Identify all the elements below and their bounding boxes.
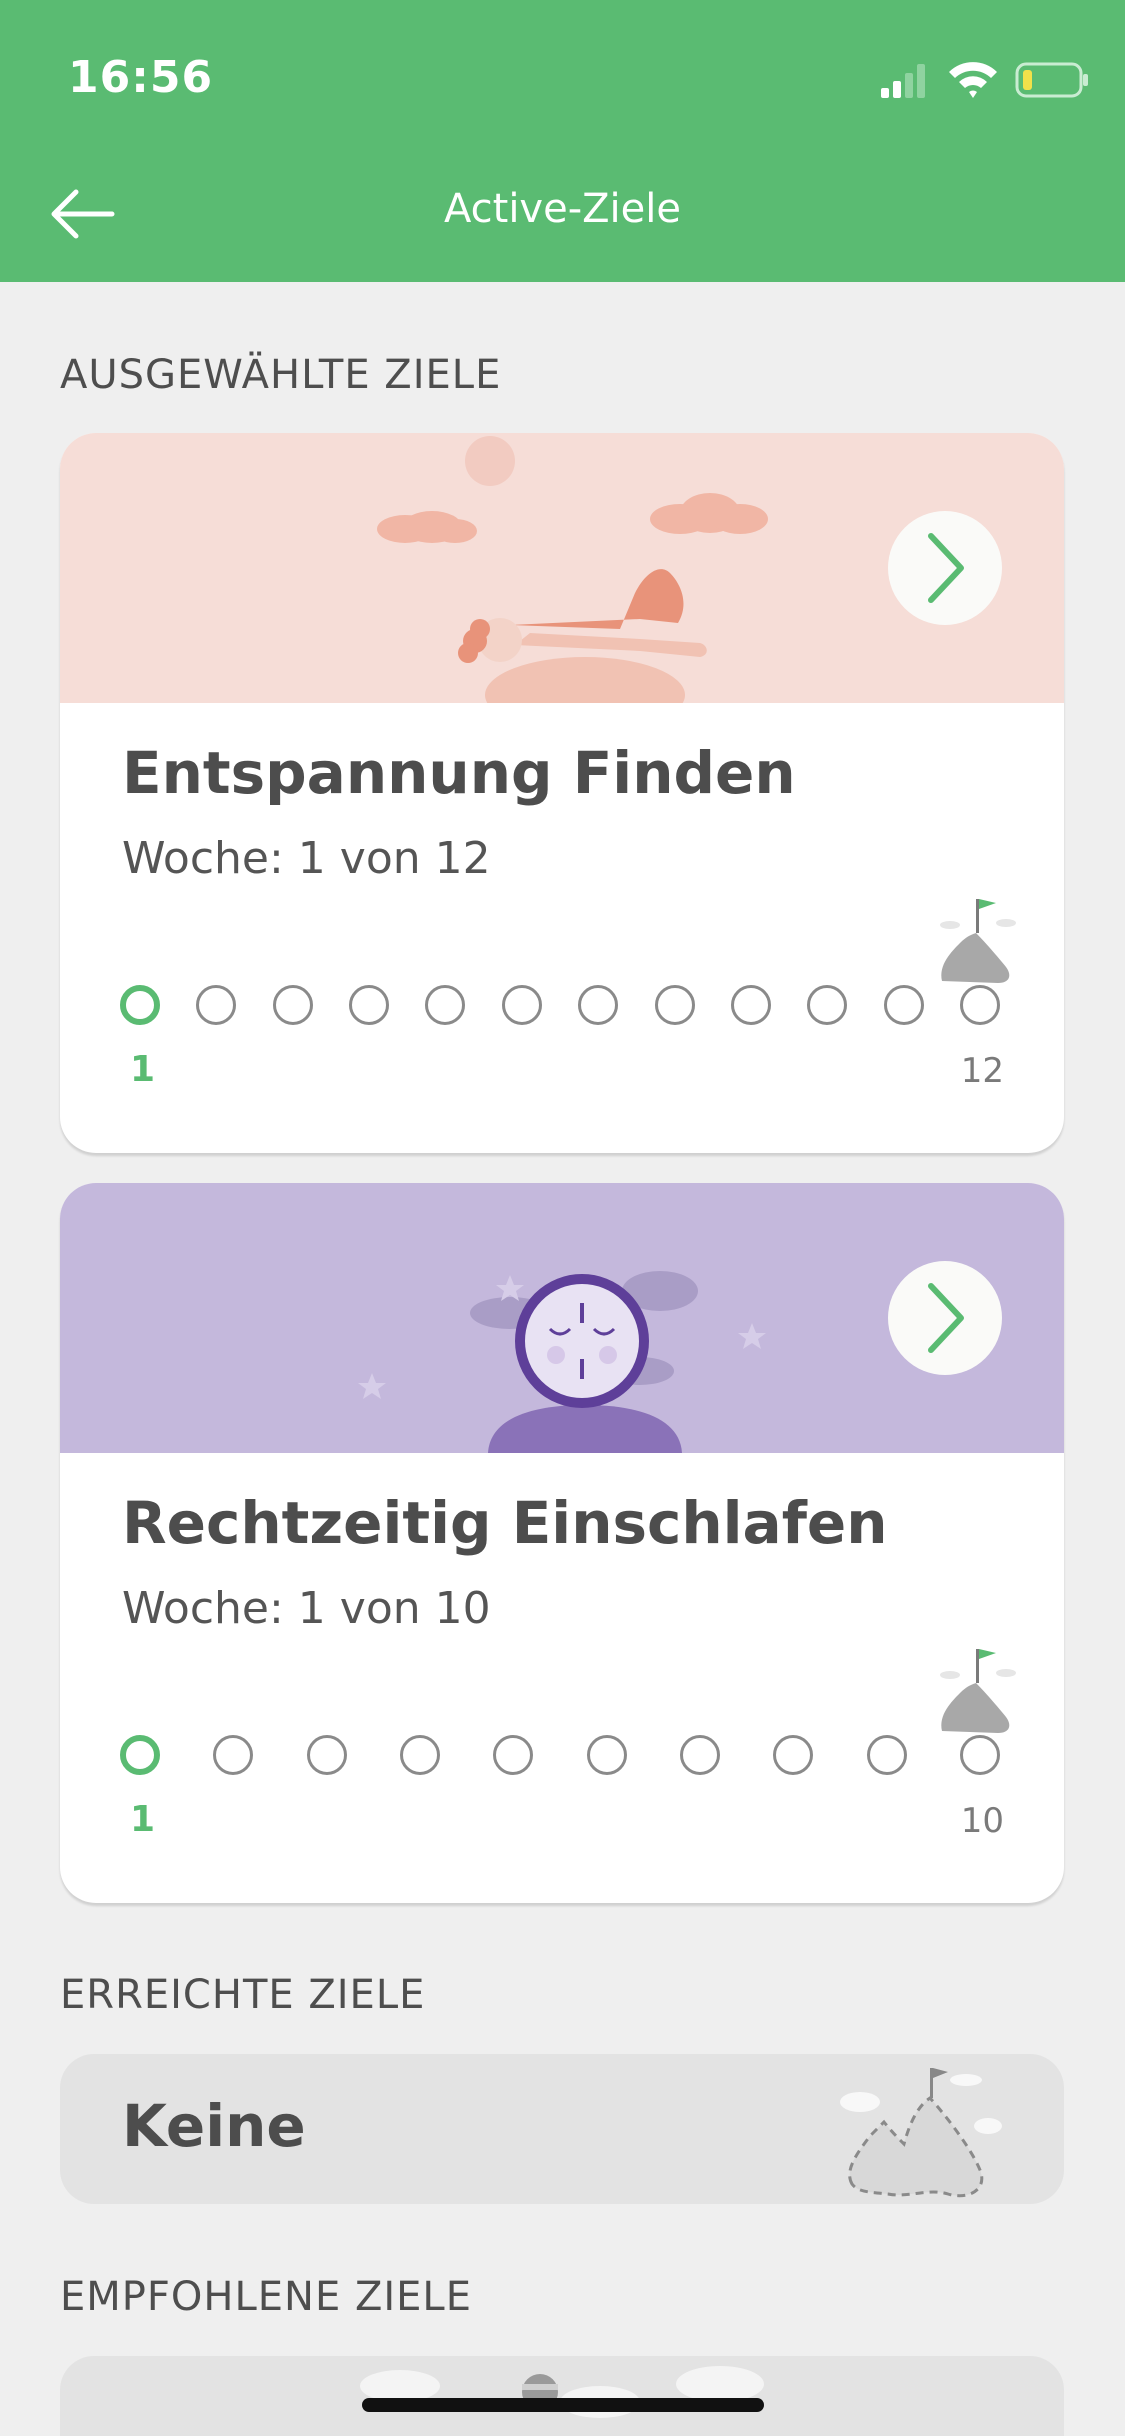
open-goal-button[interactable]: [888, 511, 1002, 625]
week-dot: [399, 1735, 440, 1775]
battery-icon: [1015, 62, 1088, 98]
summit-flag-icon: [940, 899, 1016, 983]
week-dot: [959, 1735, 1000, 1775]
section-achieved-label: ERREICHTE ZIELE: [60, 1972, 426, 2018]
week-dot: [730, 985, 771, 1025]
week-dot: [196, 985, 237, 1025]
goal-week: Woche: 1 von 10: [122, 1583, 491, 1634]
week-dot: [654, 985, 695, 1025]
signal-icon: [881, 64, 925, 98]
week-dot: [493, 1735, 534, 1775]
week-end-label: 12: [960, 1051, 1004, 1091]
week-progress: [120, 1735, 1000, 1779]
week-dot: [679, 1735, 720, 1775]
week-end-label: 10: [960, 1801, 1004, 1841]
page-title: Active-Ziele: [443, 186, 681, 232]
week-dot: [959, 985, 1000, 1025]
week-dot: [578, 985, 619, 1025]
week-dot: [306, 1735, 347, 1775]
dashed-mountain-icon: [840, 2068, 1002, 2198]
status-time: 16:56: [68, 52, 214, 103]
week-progress: [120, 985, 1000, 1029]
week-dot: [773, 1735, 814, 1775]
summit-flag-icon: [940, 1649, 1016, 1733]
achieved-empty-text: Keine: [122, 2092, 306, 2160]
goal-card-relaxation[interactable]: Entspannung Finden Woche: 1 von 12 1 12: [60, 433, 1064, 1153]
week-dot: [501, 985, 542, 1025]
goal-card-sleep[interactable]: Rechtzeitig Einschlafen Woche: 1 von 10 …: [60, 1183, 1064, 1903]
section-recommended-label: EMPFOHLENE ZIELE: [60, 2274, 472, 2320]
section-selected-label: AUSGEWÄHLTE ZIELE: [60, 352, 502, 398]
week-dot: [213, 1735, 254, 1775]
app-header: 16:56 Active-Ziele: [0, 0, 1125, 282]
week-start-label: 1: [130, 1049, 156, 1090]
status-icons: [881, 62, 1088, 98]
chevron-right-icon: [928, 1283, 964, 1353]
week-dot: [349, 985, 390, 1025]
recommended-goal-card[interactable]: [60, 2356, 1064, 2436]
week-dot: [807, 985, 848, 1025]
wifi-icon: [949, 62, 997, 98]
week-dot: [120, 1735, 160, 1775]
week-start-label: 1: [130, 1799, 156, 1840]
recommended-goal-illustration: [360, 2366, 764, 2418]
week-dot: [866, 1735, 907, 1775]
achieved-goals-empty: Keine: [60, 2054, 1064, 2204]
week-dot: [425, 985, 466, 1025]
week-dot: [883, 985, 924, 1025]
goal-week: Woche: 1 von 12: [122, 833, 491, 884]
goal-title: Rechtzeitig Einschlafen: [122, 1489, 888, 1557]
goal-title: Entspannung Finden: [122, 739, 796, 807]
home-indicator[interactable]: [362, 2398, 764, 2412]
week-dot: [272, 985, 313, 1025]
week-dot: [120, 985, 160, 1025]
open-goal-button[interactable]: [888, 1261, 1002, 1375]
chevron-right-icon: [928, 533, 964, 603]
week-dot: [586, 1735, 627, 1775]
